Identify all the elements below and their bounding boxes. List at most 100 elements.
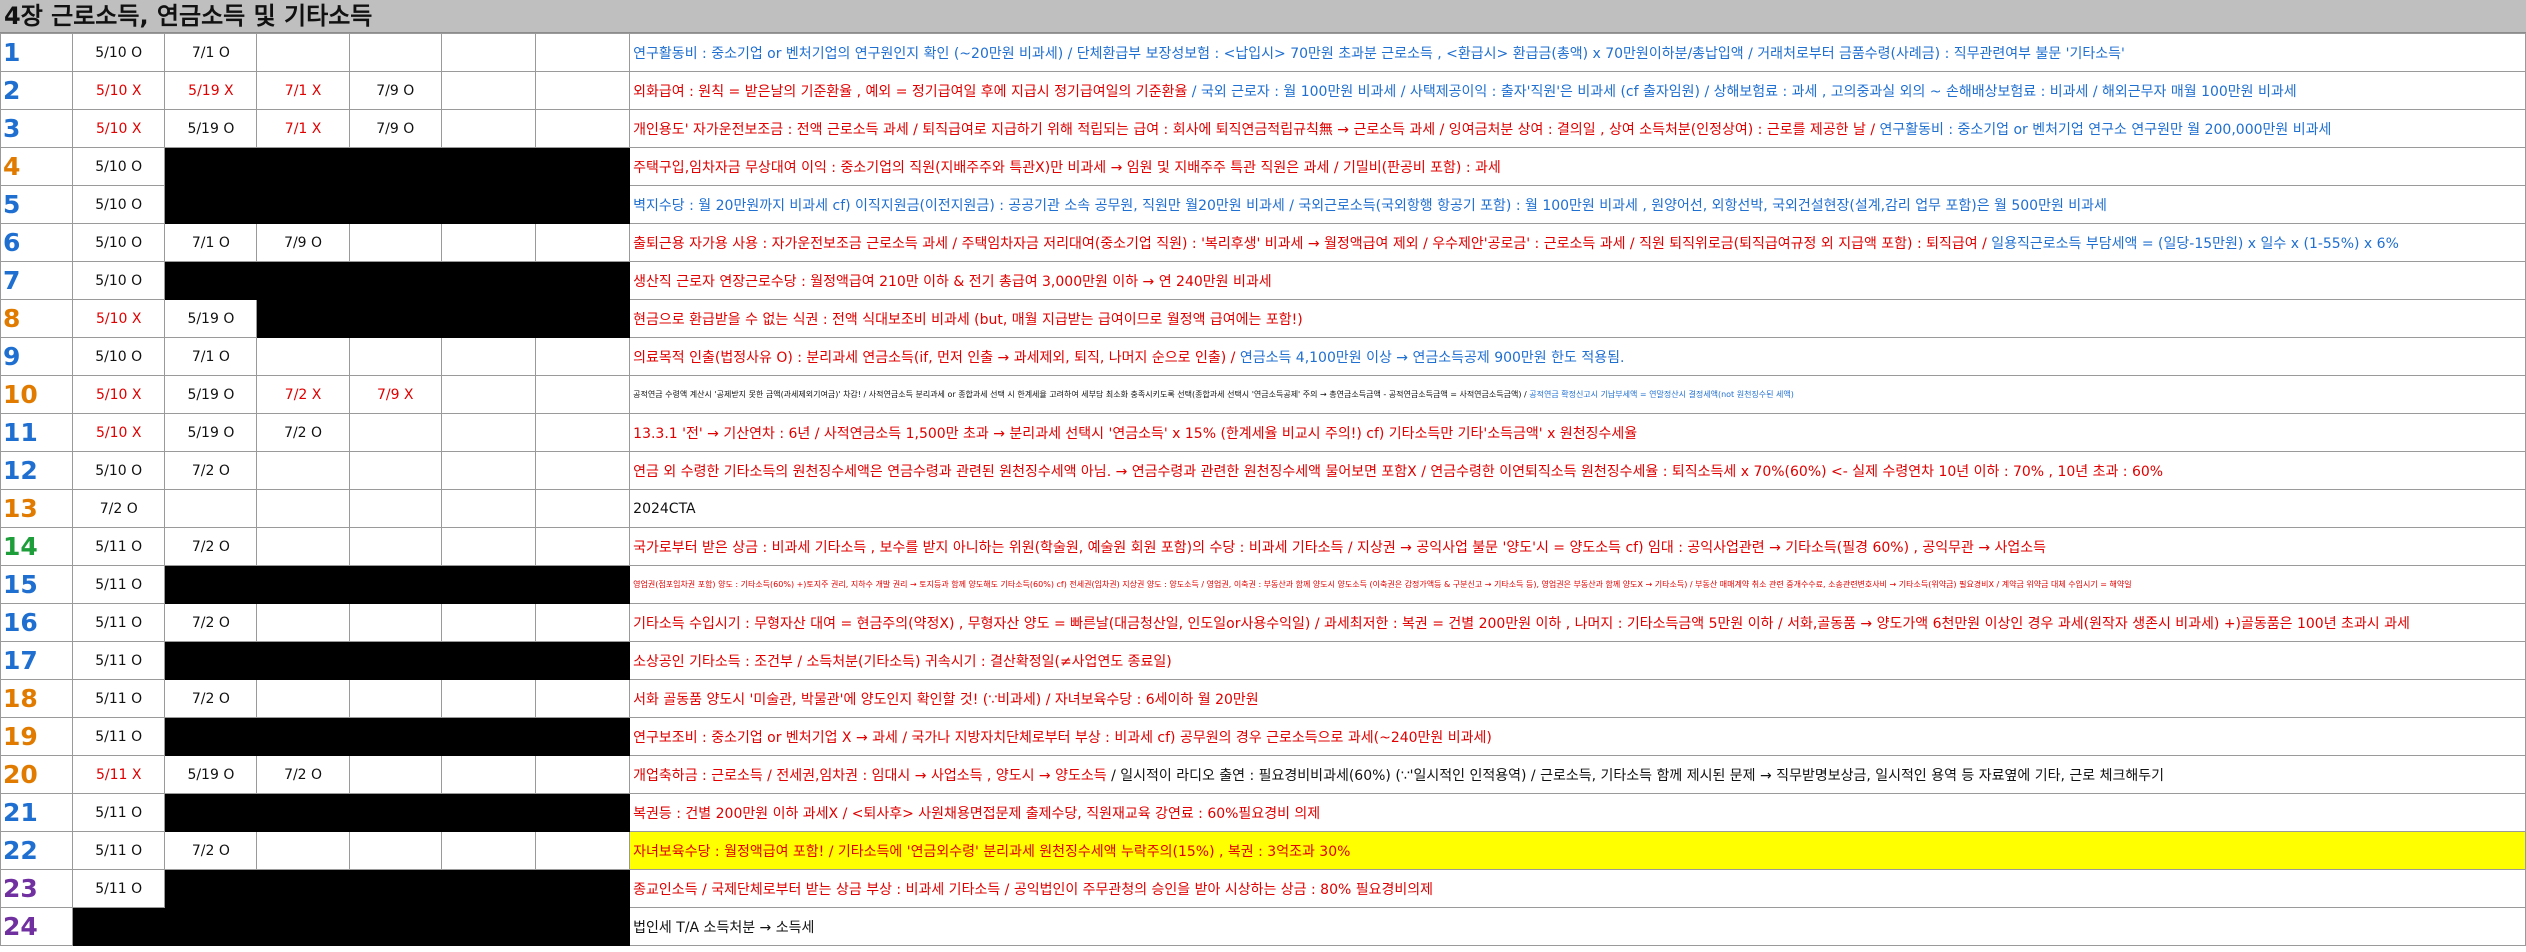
row-number[interactable]: 17 (0, 641, 74, 680)
note-cell[interactable]: 기타소득 수입시기 : 무형자산 대여 = 현금주의(약정X) , 무형자산 양… (629, 603, 2526, 642)
empty-cell[interactable] (534, 831, 631, 870)
row-number[interactable]: 8 (0, 299, 74, 338)
empty-cell[interactable] (440, 109, 537, 148)
row-number[interactable]: 13 (0, 489, 74, 528)
review-date-cell[interactable] (348, 831, 442, 870)
review-date-cell[interactable]: 7/9 O (348, 109, 442, 148)
empty-cell[interactable] (534, 223, 631, 262)
empty-cell[interactable] (440, 337, 537, 376)
review-date-cell[interactable]: 5/11 O (72, 717, 166, 756)
blackout-cell[interactable] (256, 299, 631, 338)
review-date-cell[interactable]: 7/2 O (256, 755, 350, 794)
review-date-cell[interactable]: 5/11 O (72, 603, 166, 642)
note-cell[interactable]: 개업축하금 : 근로소득 / 전세권,임차권 : 임대시 → 사업소득 , 양도… (629, 755, 2526, 794)
review-date-cell[interactable]: 7/2 O (256, 413, 350, 452)
blackout-cell[interactable] (72, 907, 631, 946)
review-date-cell[interactable] (256, 831, 350, 870)
note-cell[interactable]: 벽지수당 : 월 20만원까지 비과세 cf) 이직지원금(이전지원금) : 공… (629, 185, 2526, 224)
row-number[interactable]: 21 (0, 793, 74, 832)
review-date-cell[interactable]: 5/11 O (72, 565, 166, 604)
empty-cell[interactable] (534, 489, 631, 528)
review-date-cell[interactable]: 7/2 O (72, 489, 166, 528)
review-date-cell[interactable]: 7/1 X (256, 71, 350, 110)
review-date-cell[interactable] (348, 33, 442, 72)
empty-cell[interactable] (534, 33, 631, 72)
review-date-cell[interactable] (256, 679, 350, 718)
review-date-cell[interactable]: 5/10 O (72, 337, 166, 376)
row-number[interactable]: 24 (0, 907, 74, 946)
blackout-cell[interactable] (164, 565, 631, 604)
empty-cell[interactable] (534, 755, 631, 794)
empty-cell[interactable] (440, 489, 537, 528)
note-cell[interactable]: 법인세 T/A 소득처분 → 소득세 (629, 907, 2526, 946)
review-date-cell[interactable] (256, 603, 350, 642)
review-date-cell[interactable]: 7/1 O (164, 337, 258, 376)
note-cell[interactable]: 2024CTA (629, 489, 2526, 528)
review-date-cell[interactable] (256, 337, 350, 376)
empty-cell[interactable] (440, 223, 537, 262)
review-date-cell[interactable]: 5/11 O (72, 869, 166, 908)
review-date-cell[interactable]: 5/10 O (72, 451, 166, 490)
blackout-cell[interactable] (164, 717, 631, 756)
review-date-cell[interactable] (348, 603, 442, 642)
review-date-cell[interactable]: 5/10 O (72, 147, 166, 186)
note-cell[interactable]: 소상공인 기타소득 : 조건부 / 소득처분(기타소득) 귀속시기 : 결산확정… (629, 641, 2526, 680)
empty-cell[interactable] (440, 831, 537, 870)
review-date-cell[interactable] (348, 337, 442, 376)
blackout-cell[interactable] (164, 147, 631, 186)
review-date-cell[interactable] (348, 223, 442, 262)
review-date-cell[interactable]: 5/10 O (72, 185, 166, 224)
review-date-cell[interactable]: 5/11 O (72, 527, 166, 566)
row-number[interactable]: 11 (0, 413, 74, 452)
review-date-cell[interactable]: 5/10 X (72, 109, 166, 148)
row-number[interactable]: 6 (0, 223, 74, 262)
row-number[interactable]: 10 (0, 375, 74, 414)
review-date-cell[interactable]: 5/19 O (164, 375, 258, 414)
empty-cell[interactable] (440, 755, 537, 794)
note-cell[interactable]: 연구활동비 : 중소기업 or 벤처기업의 연구원인지 확인 (~20만원 비과… (629, 33, 2526, 72)
row-number[interactable]: 16 (0, 603, 74, 642)
review-date-cell[interactable]: 5/10 O (72, 261, 166, 300)
row-number[interactable]: 7 (0, 261, 74, 300)
row-number[interactable]: 4 (0, 147, 74, 186)
empty-cell[interactable] (440, 527, 537, 566)
review-date-cell[interactable]: 5/11 O (72, 831, 166, 870)
blackout-cell[interactable] (164, 185, 631, 224)
blackout-cell[interactable] (164, 641, 631, 680)
empty-cell[interactable] (534, 71, 631, 110)
empty-cell[interactable] (534, 337, 631, 376)
review-date-cell[interactable]: 7/1 O (164, 33, 258, 72)
review-date-cell[interactable]: 7/2 O (164, 527, 258, 566)
row-number[interactable]: 14 (0, 527, 74, 566)
review-date-cell[interactable]: 7/2 O (164, 679, 258, 718)
note-cell[interactable]: 13.3.1 '전' → 기산연차 : 6년 / 사적연금소득 1,500만 초… (629, 413, 2526, 452)
row-number[interactable]: 20 (0, 755, 74, 794)
review-date-cell[interactable]: 7/9 O (348, 71, 442, 110)
blackout-cell[interactable] (164, 869, 631, 908)
review-date-cell[interactable]: 5/10 X (72, 375, 166, 414)
empty-cell[interactable] (534, 451, 631, 490)
review-date-cell[interactable] (256, 527, 350, 566)
note-cell[interactable]: 개인용도' 자가운전보조금 : 전액 근로소득 과세 / 퇴직급여로 지급하기 … (629, 109, 2526, 148)
review-date-cell[interactable]: 5/10 O (72, 223, 166, 262)
note-cell[interactable]: 종교인소득 / 국제단체로부터 받는 상금 부상 : 비과세 기타소득 / 공익… (629, 869, 2526, 908)
note-cell[interactable]: 자녀보육수당 : 월정액급여 포함! / 기타소득에 '연금외수령' 분리과세 … (629, 831, 2526, 870)
row-number[interactable]: 2 (0, 71, 74, 110)
review-date-cell[interactable]: 5/11 O (72, 641, 166, 680)
row-number[interactable]: 5 (0, 185, 74, 224)
row-number[interactable]: 12 (0, 451, 74, 490)
review-date-cell[interactable] (256, 451, 350, 490)
review-date-cell[interactable]: 7/2 X (256, 375, 350, 414)
note-cell[interactable]: 공적연금 수령액 계산시 '공제받지 못한 금액(과세제외기여금)' 차감! /… (629, 375, 2526, 414)
row-number[interactable]: 18 (0, 679, 74, 718)
note-cell[interactable]: 연구보조비 : 중소기업 or 벤처기업 X → 과세 / 국가나 지방자치단체… (629, 717, 2526, 756)
empty-cell[interactable] (534, 527, 631, 566)
row-number[interactable]: 15 (0, 565, 74, 604)
note-cell[interactable]: 생산직 근로자 연장근로수당 : 월정액급여 210만 이하 & 전기 총급여 … (629, 261, 2526, 300)
review-date-cell[interactable] (348, 451, 442, 490)
note-cell[interactable]: 국가로부터 받은 상금 : 비과세 기타소득 , 보수를 받지 아니하는 위원(… (629, 527, 2526, 566)
review-date-cell[interactable]: 7/2 O (164, 603, 258, 642)
empty-cell[interactable] (440, 33, 537, 72)
row-number[interactable]: 3 (0, 109, 74, 148)
note-cell[interactable]: 주택구입,임차자금 무상대여 이익 : 중소기업의 직원(지배주주와 특관X)만… (629, 147, 2526, 186)
